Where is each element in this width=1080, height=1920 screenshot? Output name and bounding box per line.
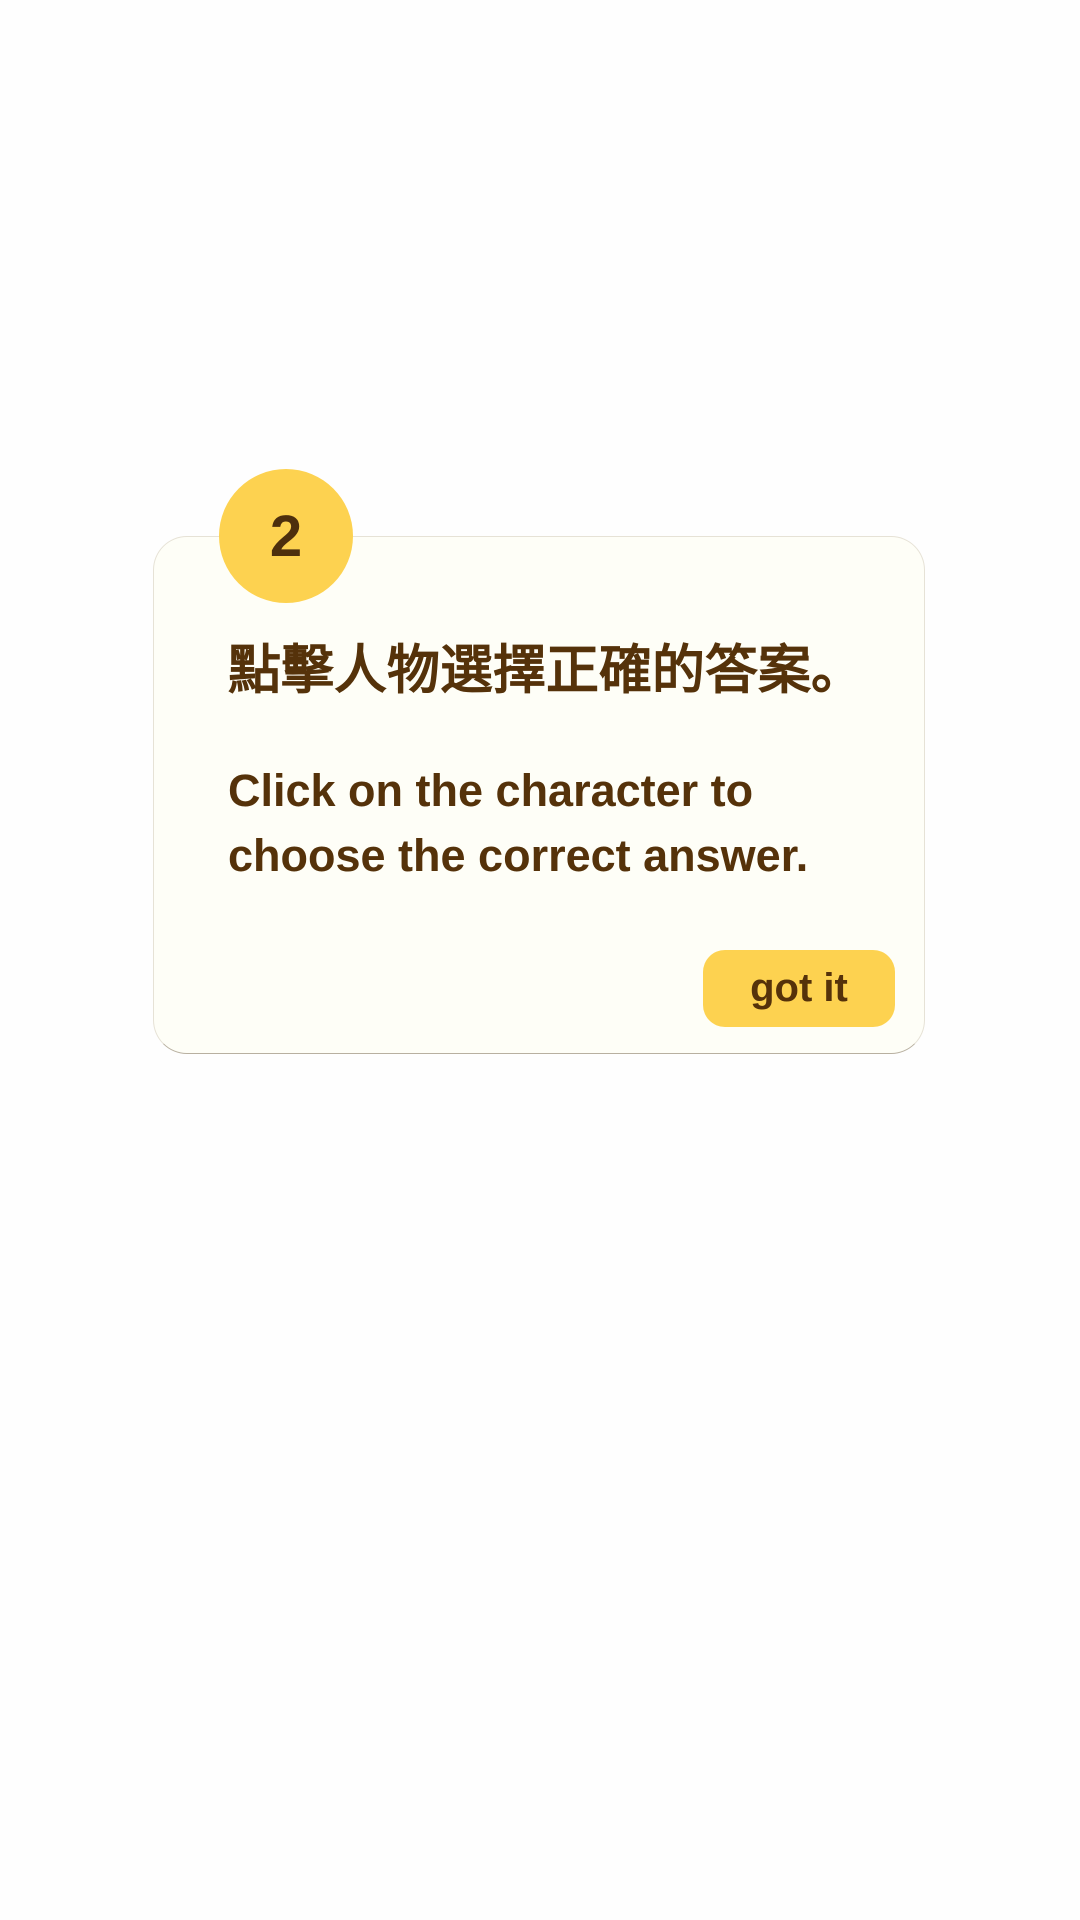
step-number-badge: 2: [219, 469, 353, 603]
instruction-english: Click on the character to choose the cor…: [228, 765, 809, 881]
step-number: 2: [269, 503, 303, 569]
instruction-chinese: 點擊人物選擇正確的答案。: [228, 640, 864, 701]
got-it-button[interactable]: got it: [703, 950, 895, 1027]
